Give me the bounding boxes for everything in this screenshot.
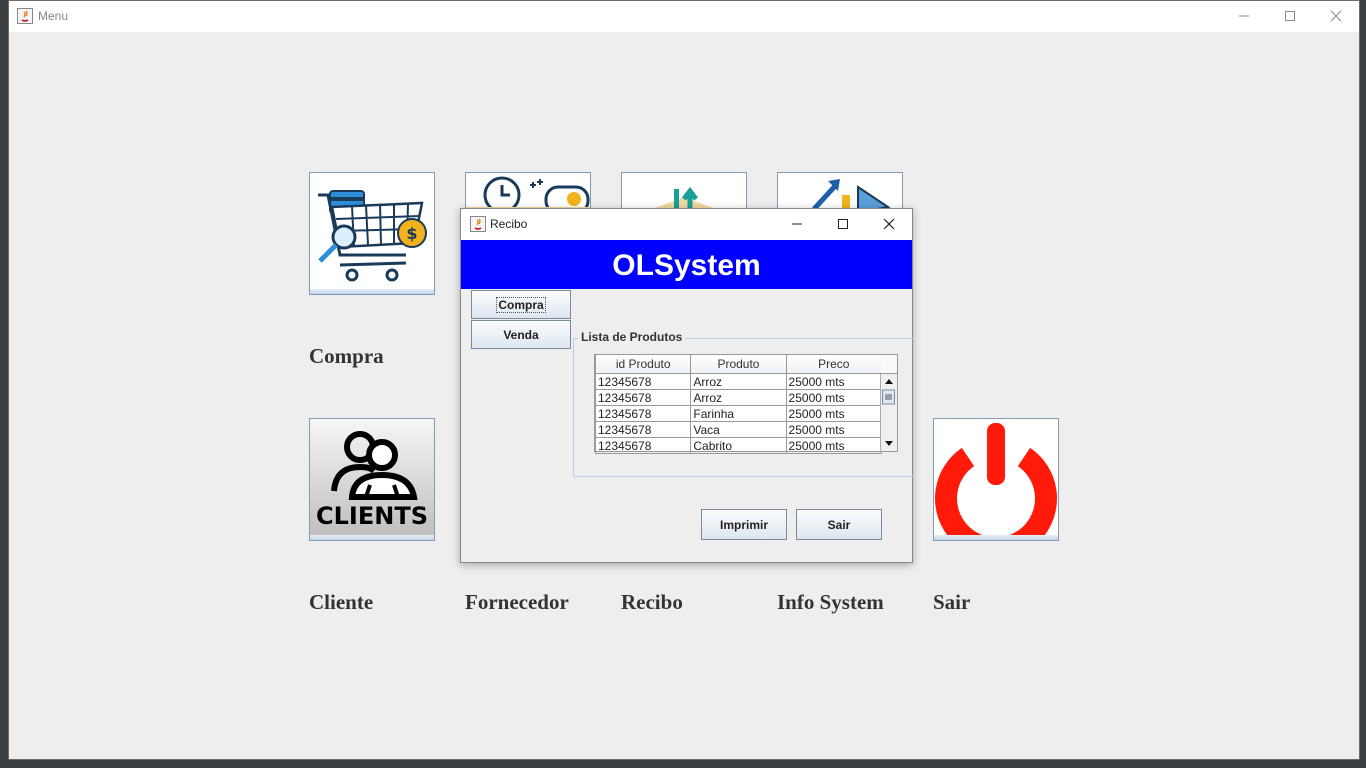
table-cell: Vaca bbox=[690, 421, 787, 438]
table-cell: 25000 mts bbox=[785, 421, 883, 438]
table-cell: Farinha bbox=[690, 405, 787, 422]
dialog-close-button[interactable] bbox=[866, 209, 912, 239]
table-cell: 12345678 bbox=[594, 389, 692, 406]
column-header-produto[interactable]: Produto bbox=[690, 355, 787, 374]
product-list-title: Lista de Produtos bbox=[578, 330, 686, 344]
olsystem-banner: OLSystem bbox=[461, 240, 912, 289]
compra-tile-button[interactable]: $ bbox=[309, 172, 435, 295]
table-row[interactable]: 12345678 Cabrito 25000 mts bbox=[594, 437, 883, 454]
minimize-button[interactable] bbox=[1221, 1, 1267, 31]
table-cell: 25000 mts bbox=[785, 437, 883, 454]
product-table-scrollpane[interactable]: id Produto Produto Preco 12345678 Arroz … bbox=[594, 354, 898, 454]
main-window-title: Menu bbox=[38, 9, 69, 23]
scroll-up-arrow-icon[interactable] bbox=[885, 379, 893, 384]
sair-tile-label: Sair bbox=[933, 590, 971, 614]
fornecedor-tile-label: Fornecedor bbox=[465, 590, 569, 614]
table-cell: 12345678 bbox=[594, 405, 692, 422]
clients-icon-text: CLIENTS bbox=[316, 502, 428, 530]
chart-arrow-icon bbox=[812, 179, 891, 215]
info-system-tile-label: Info System bbox=[777, 590, 884, 614]
java-app-icon bbox=[470, 216, 486, 232]
table-cell: Arroz bbox=[690, 389, 787, 406]
compra-nav-button[interactable]: Compra bbox=[471, 290, 571, 319]
receipt-growth-icon bbox=[642, 186, 726, 213]
svg-text:$: $ bbox=[406, 224, 417, 243]
table-row[interactable]: 12345678 Vaca 25000 mts bbox=[594, 421, 883, 438]
table-row[interactable]: 12345678 Arroz 25000 mts bbox=[594, 373, 883, 390]
table-cell: 25000 mts bbox=[785, 389, 883, 406]
supplier-delivery-icon bbox=[466, 176, 590, 215]
clients-icon: CLIENTS bbox=[316, 431, 428, 530]
minimize-icon bbox=[792, 223, 802, 225]
table-cell: 12345678 bbox=[594, 373, 692, 390]
recibo-dialog: Recibo OLSystem Compra Venda Lista de Pr… bbox=[460, 208, 913, 563]
maximize-icon bbox=[1285, 11, 1295, 21]
venda-nav-button[interactable]: Venda bbox=[471, 320, 571, 349]
maximize-button[interactable] bbox=[1267, 1, 1313, 31]
compra-nav-label: Compra bbox=[496, 296, 546, 313]
close-icon bbox=[1330, 10, 1342, 22]
product-table: id Produto Produto Preco 12345678 Arroz … bbox=[594, 355, 883, 454]
power-icon bbox=[935, 423, 1057, 560]
table-row[interactable]: 12345678 Arroz 25000 mts bbox=[594, 389, 883, 406]
dialog-titlebar[interactable]: Recibo bbox=[461, 209, 912, 240]
dialog-maximize-button[interactable] bbox=[820, 209, 866, 239]
table-cell: Cabrito bbox=[690, 437, 787, 454]
table-cell: 12345678 bbox=[594, 421, 692, 438]
recibo-tile-label: Recibo bbox=[621, 590, 683, 614]
column-header-preco[interactable]: Preco bbox=[785, 355, 883, 374]
java-app-icon bbox=[17, 8, 33, 24]
column-header-id[interactable]: id Produto bbox=[594, 355, 692, 374]
shopping-cart-icon: $ bbox=[318, 190, 427, 282]
sair-button[interactable]: Sair bbox=[796, 509, 882, 540]
table-vertical-scrollbar[interactable] bbox=[880, 374, 897, 451]
close-icon bbox=[883, 218, 895, 230]
table-row[interactable]: 12345678 Farinha 25000 mts bbox=[594, 405, 883, 422]
cliente-tile-label: Cliente bbox=[309, 590, 374, 614]
cliente-tile-button[interactable]: CLIENTS bbox=[309, 418, 435, 541]
sair-tile-button[interactable] bbox=[933, 418, 1059, 560]
table-cell: 25000 mts bbox=[785, 405, 883, 422]
table-header-corner bbox=[881, 355, 897, 374]
scroll-down-arrow-icon[interactable] bbox=[885, 441, 893, 446]
product-list-group: Lista de Produtos id Produto Produto Pre… bbox=[573, 330, 913, 477]
main-titlebar[interactable]: Menu bbox=[9, 1, 1359, 32]
imprimir-button[interactable]: Imprimir bbox=[701, 509, 787, 540]
table-cell: Arroz bbox=[690, 373, 787, 390]
minimize-icon bbox=[1239, 15, 1249, 17]
dialog-title: Recibo bbox=[490, 217, 528, 231]
table-cell: 12345678 bbox=[594, 437, 692, 454]
table-cell: 25000 mts bbox=[785, 373, 883, 390]
dialog-minimize-button[interactable] bbox=[774, 209, 820, 239]
compra-tile-label: Compra bbox=[309, 344, 384, 368]
maximize-icon bbox=[838, 219, 848, 229]
close-button[interactable] bbox=[1313, 1, 1359, 31]
